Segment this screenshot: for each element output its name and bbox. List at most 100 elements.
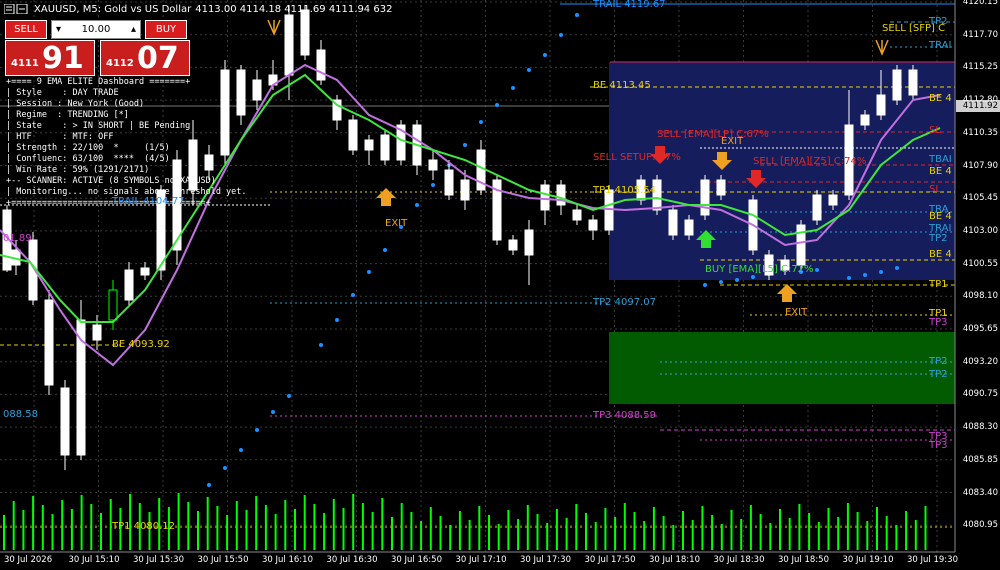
time-axis-label: 30 Jul 17:10 <box>455 555 507 565</box>
right-level-label: TP2 <box>929 16 948 27</box>
sell-price-button[interactable]: 4111 91 <box>5 40 95 76</box>
time-axis-label: 30 Jul 17:50 <box>584 555 636 565</box>
trail-dot <box>847 276 851 280</box>
trail-dot <box>879 270 883 274</box>
time-axis-label: 30 Jul 16:30 <box>326 555 378 565</box>
trail-dot <box>255 428 259 432</box>
right-level-label: TP1 <box>929 279 948 290</box>
dashboard-line: | Confluenc: 63/100 **** (4/5) <box>6 154 170 164</box>
right-level-label: BE 4 <box>929 249 952 260</box>
right-level-label: TP2 <box>929 369 948 380</box>
trail-dot <box>287 394 291 398</box>
candle-body <box>716 179 726 196</box>
trail-dot <box>703 283 707 287</box>
trail-dot <box>383 248 387 252</box>
trail-dot <box>335 318 339 322</box>
ema-dashboard: +==== 9 EMA ELITE Dashboard =======+ | St… <box>6 77 247 209</box>
price-axis-label: 4080.95 <box>962 520 998 531</box>
dashboard-line: | Regime : TRENDING [*] <box>6 110 129 120</box>
dashboard-line: | State : > IN SHORT | BE Pending <box>6 121 191 131</box>
trail-dot <box>223 466 227 470</box>
exit-label: EXIT <box>721 136 744 147</box>
candle-body <box>572 209 582 221</box>
right-level-label: TBAI <box>929 154 952 165</box>
candle-body <box>588 219 598 231</box>
time-axis-label: 30 Jul 15:50 <box>197 555 249 565</box>
arrow-up-icon <box>777 284 797 302</box>
candle-body <box>140 267 150 276</box>
candle-body <box>668 209 678 236</box>
trail-dot <box>319 343 323 347</box>
volume-increase-icon[interactable]: ▴ <box>131 24 136 35</box>
trail-dot <box>479 120 483 124</box>
trail-dot <box>207 483 211 487</box>
price-axis-label: 4098.10 <box>962 291 998 302</box>
exit-label: EXIT <box>785 307 808 318</box>
trail-label: TRAIL 4119.67 <box>593 0 666 10</box>
sell-zone-box <box>609 62 955 280</box>
dashboard-line: +-- SCANNER: ACTIVE (8 SYMBOLS no XAUUSD… <box>6 176 216 186</box>
price-axis-label: 4093.20 <box>962 356 998 367</box>
candle-body <box>44 299 54 386</box>
trail-dot <box>351 293 355 297</box>
level-label: 088.58 <box>3 409 38 420</box>
candle-body <box>444 169 454 196</box>
tp2-label: TP2 4097.07 <box>593 297 657 308</box>
chart-menu-icon[interactable] <box>4 4 30 14</box>
right-level-label: TP2 <box>929 356 948 367</box>
right-level-label: TP3 <box>929 317 948 328</box>
trail-dot <box>815 268 819 272</box>
candle-body <box>508 239 518 251</box>
trail-dot <box>735 278 739 282</box>
exit-marker-icon <box>875 39 889 56</box>
dashboard-line: | Session : New York (Good) <box>6 99 145 109</box>
buy-signal-label: BUY [EMA][L5] C:72% <box>705 264 814 275</box>
buy-button[interactable]: BUY <box>145 20 187 39</box>
sell-button[interactable]: SELL <box>5 20 47 39</box>
tp1-label: TP1 4080.12 <box>112 521 176 532</box>
time-axis-label: 30 Jul 18:10 <box>649 555 700 565</box>
time-axis-label: 30 Jul 19:30 <box>907 555 958 565</box>
trail-dot <box>495 103 499 107</box>
trail-dot <box>751 275 755 279</box>
candle-body <box>812 194 822 221</box>
candle-body <box>60 387 70 456</box>
time-axis-label: 30 Jul 2026 <box>4 555 53 565</box>
trail-dot <box>367 270 371 274</box>
trail-dot <box>239 448 243 452</box>
trail-dot <box>463 143 467 147</box>
trail-dot <box>719 280 723 284</box>
price-axis-label: 4110.35 <box>962 127 998 138</box>
tp3-label: TP3 4088.59 <box>593 410 657 421</box>
candle-body <box>348 119 358 151</box>
sell-price-big: 91 <box>42 41 84 76</box>
trail-dot <box>415 203 419 207</box>
exit-label: EXIT <box>385 218 408 229</box>
candle-body <box>524 229 534 256</box>
sell-signal-label: SELL [EMA][Z5] C:74% <box>753 156 867 167</box>
candle-body <box>92 324 102 341</box>
right-level-label: BE 4 <box>929 166 952 177</box>
candle-body <box>252 79 262 101</box>
price-axis-label: 4117.70 <box>962 29 998 40</box>
trail-dot <box>575 13 579 17</box>
trail-dot <box>895 266 899 270</box>
price-axis-label: 4083.40 <box>962 487 998 498</box>
right-level-label: BE 4 <box>929 93 952 104</box>
price-axis-label: 4103.00 <box>962 225 998 236</box>
volume-decrease-icon[interactable]: ▾ <box>56 24 61 35</box>
trail-dot <box>431 183 435 187</box>
dashboard-line: | Win Rate : 59% (1291/2171) <box>6 165 150 175</box>
buy-price-button[interactable]: 4112 07 <box>100 40 190 76</box>
tp1-label: TP1 4105.54 <box>593 185 657 196</box>
symbol-title: XAUUSD, M5: Gold vs US Dollar <box>34 3 192 15</box>
candle-body <box>860 114 870 126</box>
price-axis-label: 4105.45 <box>962 193 998 204</box>
time-axis-label: 30 Jul 19:10 <box>842 555 894 565</box>
volume-input[interactable]: ▾ 10.00 ▴ <box>51 20 141 39</box>
sell-price-prefix: 4111 <box>11 58 39 69</box>
price-axis-label: 4088.30 <box>962 422 998 433</box>
price-axis-label: 4115.25 <box>962 62 998 73</box>
time-axis-label: 30 Jul 16:10 <box>262 555 313 565</box>
candle-body <box>796 224 806 266</box>
